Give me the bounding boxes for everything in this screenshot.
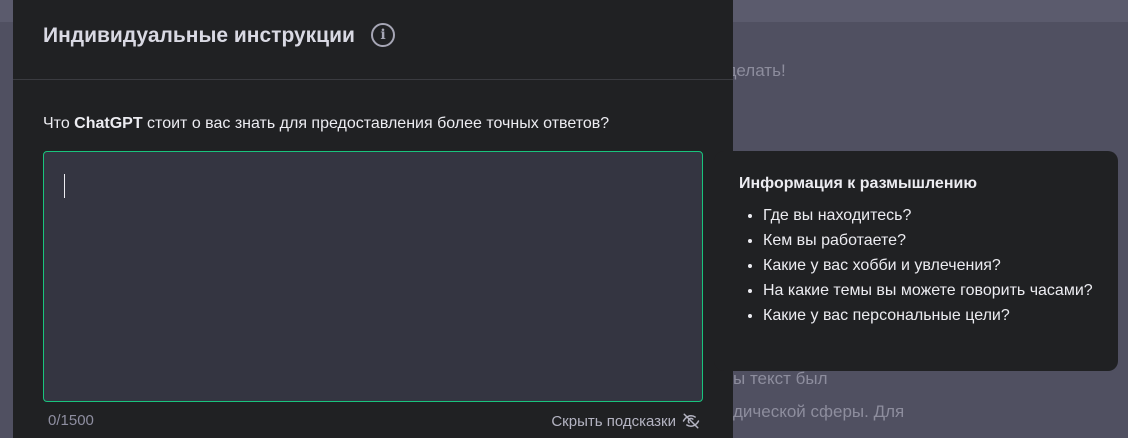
hint-item: На какие темы вы можете говорить часами? [763,278,1093,303]
hint-item: Кем вы работаете? [763,228,1093,253]
hint-item: Какие у вас хобби и увлечения? [763,253,1093,278]
hint-item: Где вы находитесь? [763,203,1093,228]
modal-header: Индивидуальные инструкции i [13,0,733,80]
hide-hints-button[interactable]: Скрыть подсказки [551,412,700,430]
question-prefix: Что [43,115,75,132]
question-suffix: стоит о вас знать для предоставления бол… [142,115,610,132]
modal-title: Индивидуальные инструкции [43,24,355,47]
hide-hints-label: Скрыть подсказки [551,412,676,430]
hints-list: Где вы находитесь? Кем вы работаете? Как… [739,203,1093,328]
question-brand: ChatGPT [74,115,143,132]
info-icon[interactable]: i [371,23,395,47]
background-text-2: ы текст был [733,369,828,388]
hints-tooltip: Информация к размышлению Где вы находите… [714,151,1118,371]
question-label: Что ChatGPT стоит о вас знать для предос… [43,115,609,133]
custom-instructions-modal: Индивидуальные инструкции i Что ChatGPT … [13,0,733,438]
background-text-3: дической сферы. Для [733,402,905,421]
hints-title: Информация к размышлению [739,175,977,192]
about-you-textarea[interactable] [43,151,703,402]
eye-off-icon [682,413,700,429]
character-counter: 0/1500 [48,412,94,429]
text-caret [64,174,65,198]
hint-item: Какие у вас персональные цели? [763,303,1093,328]
